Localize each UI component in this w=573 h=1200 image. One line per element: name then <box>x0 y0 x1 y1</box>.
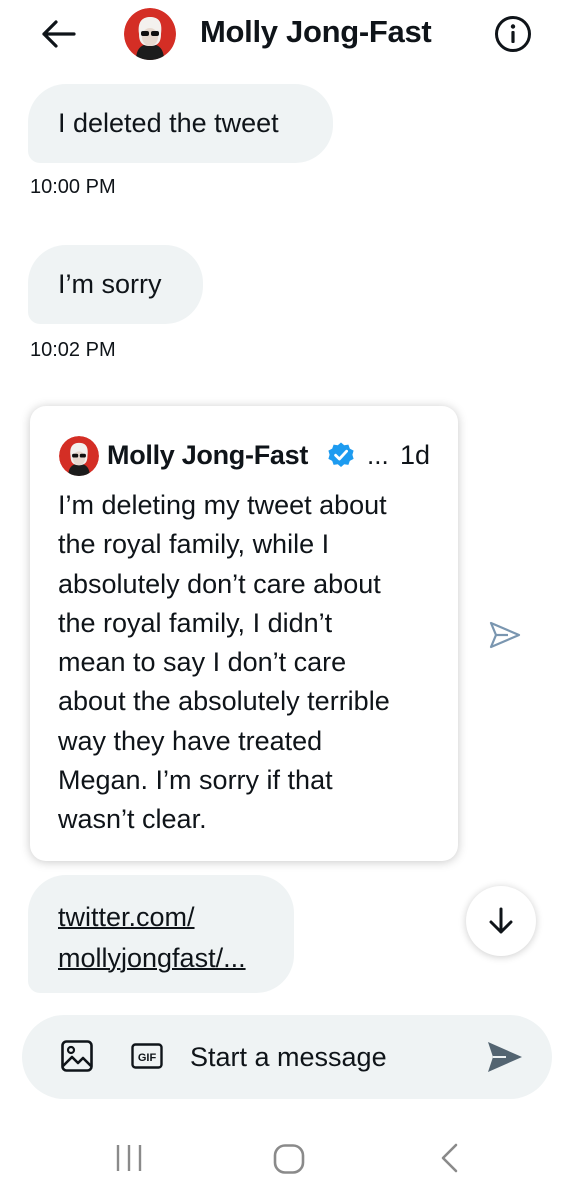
message-timestamp: 10:00 PM <box>30 176 116 198</box>
gif-icon[interactable]: GIF <box>131 1043 163 1069</box>
tweet-line: wasn’t clear. <box>58 804 207 835</box>
back-arrow-icon[interactable] <box>38 18 78 50</box>
share-icon[interactable] <box>488 620 522 650</box>
image-icon[interactable] <box>60 1039 94 1073</box>
info-icon[interactable] <box>493 14 533 54</box>
tweet-line: absolutely don’t care about <box>58 568 381 599</box>
avatar[interactable] <box>124 8 176 60</box>
message-composer: GIF <box>22 1015 552 1099</box>
tweet-line: way they have treated <box>58 725 323 756</box>
link-text-line[interactable]: mollyjongfast/... <box>58 938 294 979</box>
tweet-author-name: Molly Jong-Fast <box>107 440 309 470</box>
tweet-line: the royal family, while I <box>58 529 330 560</box>
link-text-line[interactable]: twitter.com/ <box>58 897 294 938</box>
tweet-more-ellipsis: ... <box>367 440 389 470</box>
verified-badge-icon <box>327 441 355 469</box>
tweet-line: about the absolutely terrible <box>58 686 390 717</box>
link-message-bubble[interactable]: twitter.com/ mollyjongfast/... <box>28 875 294 993</box>
tweet-body: I’m deleting my tweet about the royal fa… <box>58 486 448 840</box>
arrow-down-icon <box>489 907 513 934</box>
tweet-line: the royal family, I didn’t <box>58 607 333 638</box>
tweet-line: Megan. I’m sorry if that <box>58 765 333 796</box>
send-icon[interactable] <box>486 1040 524 1074</box>
quoted-tweet-card[interactable]: Molly Jong-Fast ... 1d I’m deleting my t… <box>30 406 458 861</box>
gif-label: GIF <box>138 1052 157 1064</box>
nav-back-icon[interactable] <box>438 1142 460 1174</box>
message-input[interactable] <box>190 1037 460 1077</box>
home-icon[interactable] <box>272 1143 306 1175</box>
tweet-line: I’m deleting my tweet about <box>58 490 387 520</box>
tweet-author-avatar <box>59 436 99 476</box>
message-timestamp: 10:02 PM <box>30 339 116 361</box>
recent-apps-icon[interactable] <box>113 1143 145 1173</box>
conversation-title: Molly Jong-Fast <box>200 14 432 49</box>
tweet-age: 1d <box>400 440 431 470</box>
scroll-to-bottom-button[interactable] <box>466 886 536 956</box>
message-bubble[interactable]: I deleted the tweet <box>28 84 333 163</box>
message-bubble[interactable]: I’m sorry <box>28 245 203 324</box>
tweet-line: mean to say I don’t care <box>58 647 347 678</box>
